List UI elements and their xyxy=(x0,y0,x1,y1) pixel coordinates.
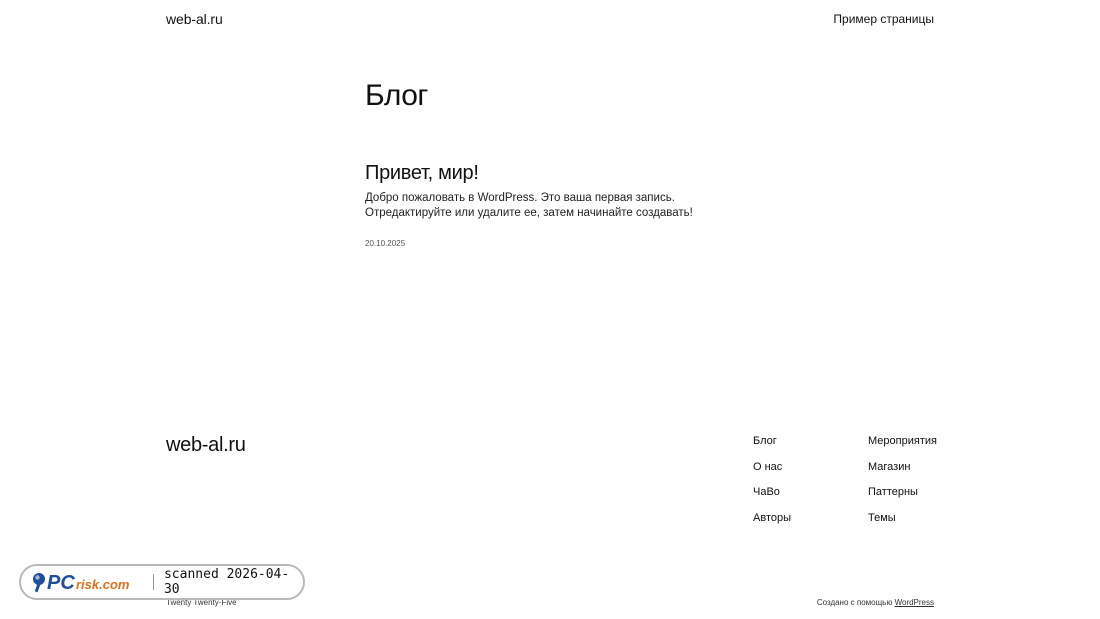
svg-text:PC: PC xyxy=(47,572,75,594)
footer-link-faq[interactable]: ЧаВо xyxy=(753,485,791,500)
watermark-scan-text: scanned 2026-04-30 xyxy=(163,567,290,597)
pcrisk-logo: PC risk.com xyxy=(31,570,143,594)
main-content: Блог Привет, мир! Добро пожаловать в Wor… xyxy=(365,78,735,248)
footer-link-blog[interactable]: Блог xyxy=(753,434,791,449)
footer-link-patterns[interactable]: Паттерны xyxy=(868,485,937,500)
footer-link-about[interactable]: О нас xyxy=(753,460,791,475)
page-title: Блог xyxy=(365,79,428,112)
site-header: web-al.ru Пример страницы xyxy=(166,11,934,31)
footer-nav-column-2: Мероприятия Магазин Паттерны Темы xyxy=(868,434,937,525)
post-title-link[interactable]: Привет, мир! xyxy=(365,162,479,184)
footer-nav-column-1: Блог О нас ЧаВо Авторы xyxy=(753,434,791,525)
footer-link-themes[interactable]: Темы xyxy=(868,511,937,526)
footer-credit-wordpress-link[interactable]: WordPress xyxy=(895,598,934,607)
footer-credit: Создано с помощью WordPress xyxy=(817,598,934,607)
watermark-divider xyxy=(153,574,154,590)
footer-link-authors[interactable]: Авторы xyxy=(753,511,791,526)
pcrisk-watermark: PC risk.com scanned 2026-04-30 xyxy=(19,564,305,600)
site-title-link[interactable]: web-al.ru xyxy=(166,11,223,27)
nav-link-sample-page[interactable]: Пример страницы xyxy=(833,12,934,26)
footer-link-shop[interactable]: Магазин xyxy=(868,460,937,475)
post-date: 20.10.2025 xyxy=(365,239,406,248)
post-item: Привет, мир! Добро пожаловать в WordPres… xyxy=(365,160,735,248)
footer-link-events[interactable]: Мероприятия xyxy=(868,434,937,449)
footer-site-title-link[interactable]: web-al.ru xyxy=(166,434,246,457)
footer-credit-text: Создано с помощью xyxy=(816,598,895,607)
post-excerpt: Добро пожаловать в WordPress. Это ваша п… xyxy=(365,192,693,219)
magnifier-icon: PC risk.com xyxy=(33,572,130,594)
pcrisk-logo-text: risk.com xyxy=(76,577,130,592)
